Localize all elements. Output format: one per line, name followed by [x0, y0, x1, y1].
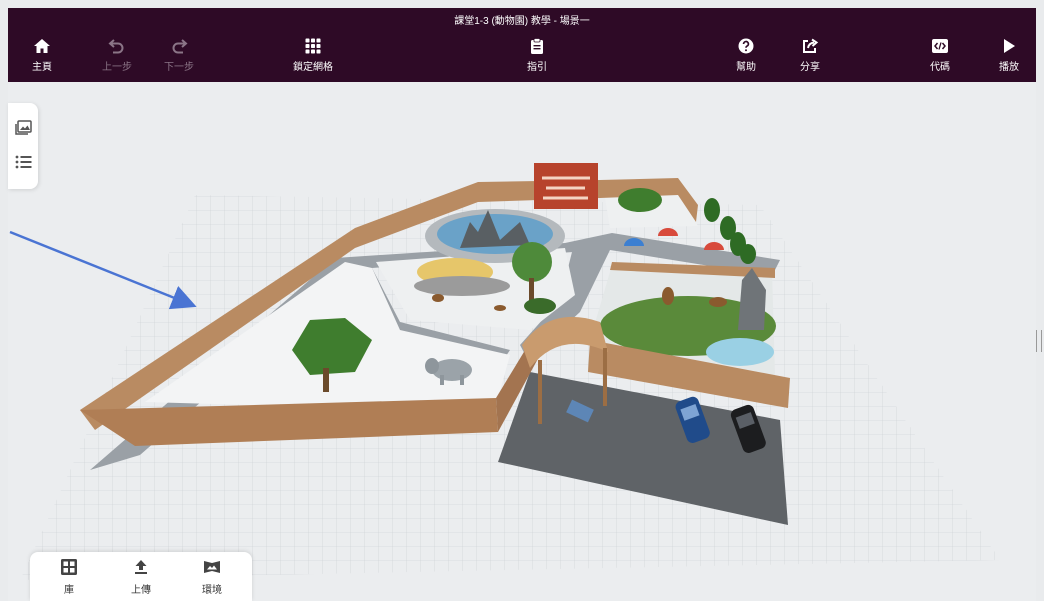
code-button[interactable]: 代碼	[910, 38, 970, 73]
help-button[interactable]: 幫助	[716, 38, 776, 73]
scene-viewport[interactable]	[8, 82, 1036, 601]
code-label: 代碼	[930, 62, 950, 73]
grid-icon	[305, 38, 321, 54]
share-button[interactable]: 分享	[780, 38, 840, 73]
help-label: 幫助	[736, 62, 756, 73]
lock-grid-label: 鎖定網格	[293, 62, 333, 73]
upload-button[interactable]: 上傳	[116, 558, 166, 596]
sign-board	[534, 163, 598, 209]
bottom-panel: 庫 上傳 環境	[30, 552, 252, 601]
environment-label: 環境	[202, 585, 222, 596]
top-toolbar: 課堂1-3 (動物園) 教學 - 場景一 主頁 上一步 下一步 鎖定網格 指引	[8, 8, 1036, 82]
redo-label: 下一步	[164, 62, 194, 73]
water-area	[706, 338, 774, 366]
resize-handle[interactable]	[1036, 330, 1042, 352]
document-title: 課堂1-3 (動物園) 教學 - 場景一	[454, 16, 590, 27]
side-panel	[8, 103, 38, 189]
help-icon	[738, 38, 754, 54]
clipboard-icon	[531, 38, 543, 54]
code-icon	[932, 39, 948, 53]
play-button[interactable]: 播放	[979, 38, 1039, 73]
share-label: 分享	[800, 62, 820, 73]
images-icon	[15, 120, 32, 135]
library-button[interactable]: 庫	[44, 558, 94, 596]
guide-label: 指引	[527, 62, 547, 73]
undo-icon	[108, 39, 124, 54]
list-icon	[15, 155, 32, 169]
play-label: 播放	[999, 62, 1019, 73]
home-label: 主頁	[32, 62, 52, 73]
library-icon	[61, 559, 77, 575]
home-button[interactable]: 主頁	[12, 38, 72, 73]
undo-button[interactable]: 上一步	[87, 38, 147, 73]
upload-label: 上傳	[131, 585, 151, 596]
library-label: 庫	[64, 585, 74, 596]
undo-label: 上一步	[102, 62, 132, 73]
list-panel-button[interactable]	[12, 151, 34, 173]
upload-icon	[135, 560, 147, 574]
home-icon	[34, 39, 50, 53]
play-icon	[1004, 39, 1015, 53]
guide-button[interactable]: 指引	[507, 38, 567, 73]
redo-button[interactable]: 下一步	[149, 38, 209, 73]
share-icon	[803, 38, 819, 53]
images-panel-button[interactable]	[12, 117, 34, 139]
lock-grid-button[interactable]: 鎖定網格	[283, 38, 343, 73]
environment-icon	[204, 561, 220, 573]
redo-icon	[172, 39, 188, 54]
environment-button[interactable]: 環境	[187, 558, 237, 596]
